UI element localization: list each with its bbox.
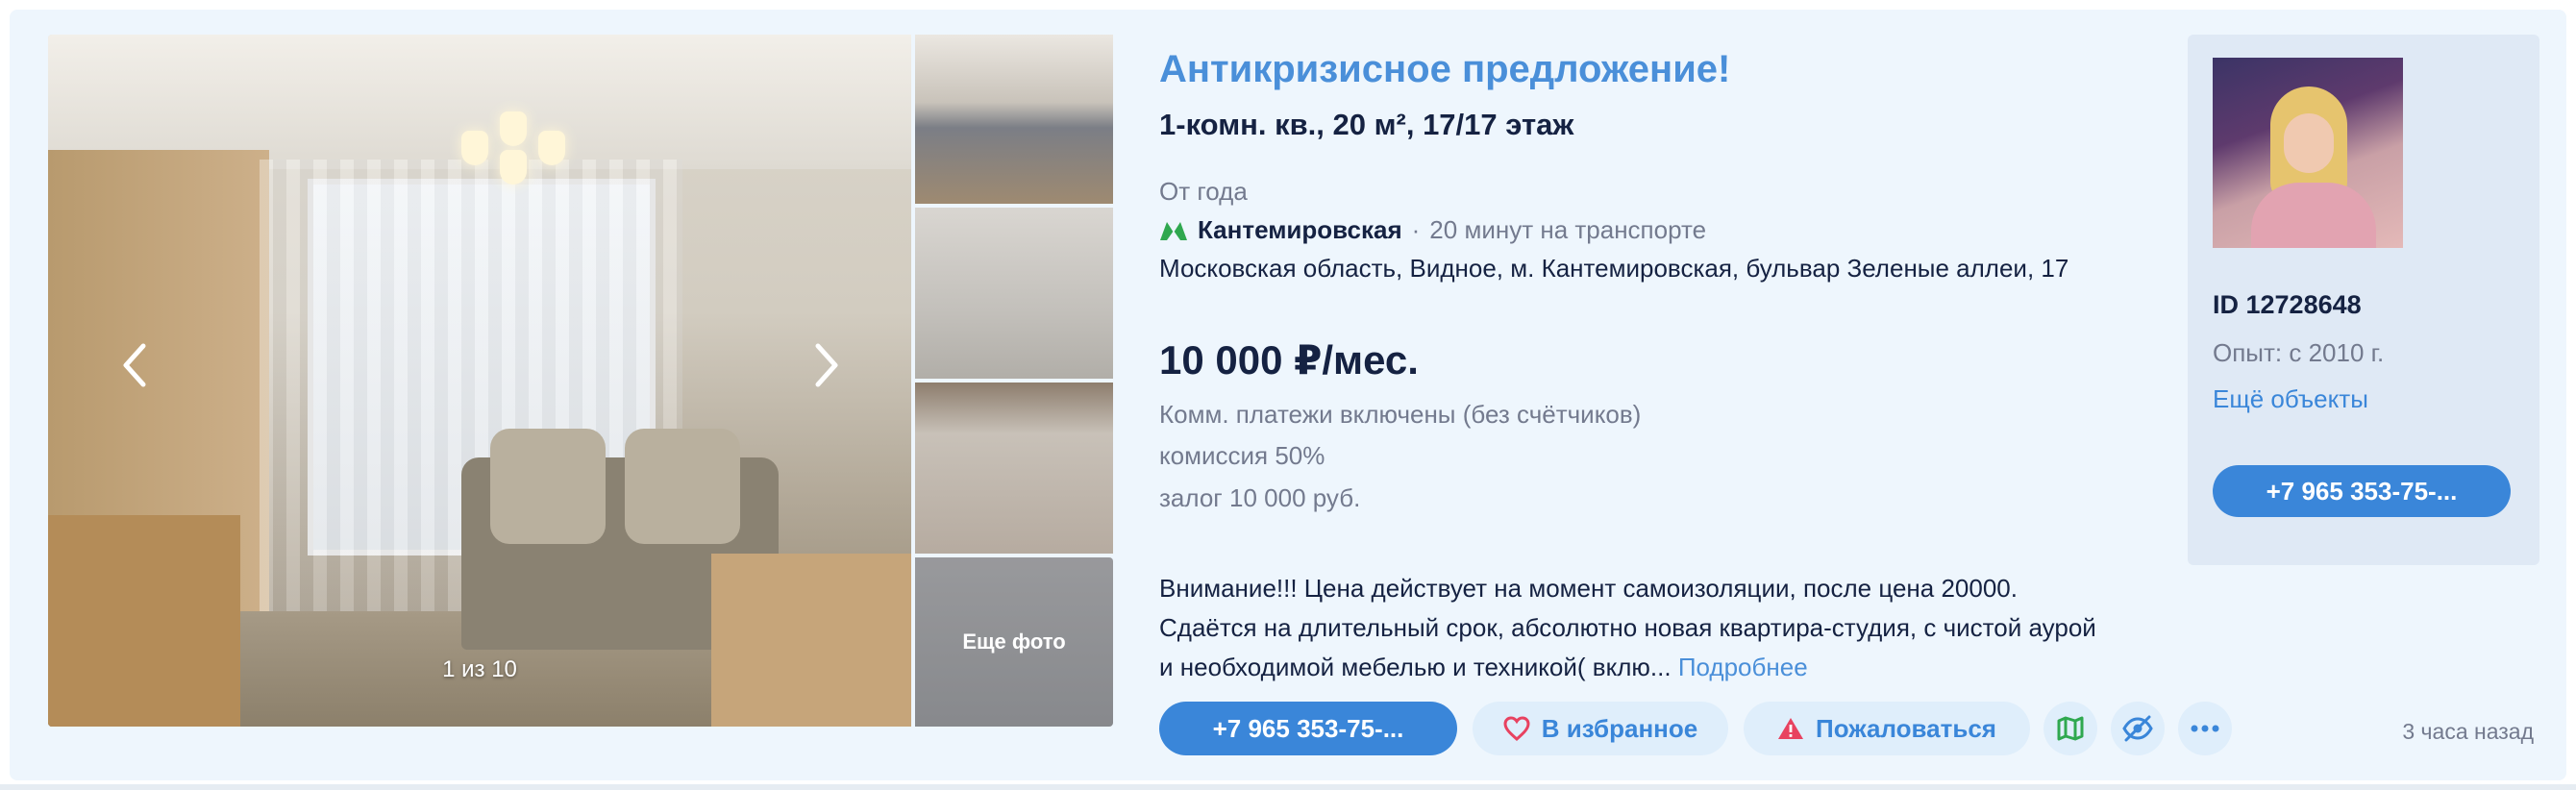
divider xyxy=(0,784,2576,790)
complain-label: Пожаловаться xyxy=(1816,713,1996,743)
listing-title[interactable]: Антикризисное предложение! xyxy=(1159,48,1730,91)
photo-lamp xyxy=(461,111,567,185)
published-time: 3 часа назад xyxy=(2402,719,2534,744)
show-phone-button[interactable]: +7 965 353-75-... xyxy=(1159,702,1457,755)
warning-icon xyxy=(1777,716,1804,741)
agent-experience: Опыт: с 2010 г. xyxy=(2213,338,2385,367)
agent-avatar[interactable] xyxy=(2213,58,2403,248)
gallery-next-button[interactable] xyxy=(807,336,846,394)
thumbnail-kitchen[interactable] xyxy=(915,35,1113,204)
favorite-button[interactable]: В избранное xyxy=(1473,702,1728,755)
address[interactable]: Московская область, Видное, м. Кантемиро… xyxy=(1159,254,2068,284)
thumbnail-bathroom[interactable] xyxy=(915,208,1113,379)
favorite-label: В избранное xyxy=(1541,713,1698,743)
main-photo[interactable] xyxy=(48,35,911,727)
map-icon xyxy=(2057,716,2084,741)
gallery-counter: 1 из 10 xyxy=(442,656,517,682)
metro-separator: · xyxy=(1411,215,1421,244)
description-text: Внимание!!! Цена действует на момент сам… xyxy=(1159,574,2096,681)
deposit-info: залог 10 000 руб. xyxy=(1159,483,1361,512)
more-button[interactable] xyxy=(2178,702,2232,755)
more-link[interactable]: Подробнее xyxy=(1678,653,1808,681)
thumbnail-hallway[interactable] xyxy=(915,383,1113,554)
utilities-info: Комм. платежи включены (без счётчиков) xyxy=(1159,400,1642,429)
rent-term: От года xyxy=(1159,177,1248,206)
commission-info: комиссия 50% xyxy=(1159,441,1325,470)
more-icon xyxy=(2191,725,2219,732)
price: 10 000 ₽/мес. xyxy=(1159,337,1419,383)
complain-button[interactable]: Пожаловаться xyxy=(1744,702,2030,755)
hide-button[interactable] xyxy=(2111,702,2165,755)
metro-travel-time: 20 минут на транспорте xyxy=(1429,215,1707,244)
photo-cabinet xyxy=(48,515,240,727)
heart-icon xyxy=(1503,716,1530,741)
agent-phone-button[interactable]: +7 965 353-75-... xyxy=(2213,465,2511,517)
description: Внимание!!! Цена действует на момент сам… xyxy=(1159,569,2101,687)
chevron-right-icon xyxy=(815,343,838,387)
agent-id: ID 12728648 xyxy=(2213,290,2362,319)
thumbnail-more-photos[interactable]: Еще фото xyxy=(915,557,1113,727)
listing-subtitle: 1-комн. кв., 20 м², 17/17 этаж xyxy=(1159,108,1574,141)
hide-icon xyxy=(2122,715,2153,742)
more-photos-label: Еще фото xyxy=(915,557,1113,727)
metro-info: Кантемировская · 20 минут на транспорте xyxy=(1159,215,1706,245)
metro-station[interactable]: Кантемировская xyxy=(1198,215,1402,245)
photo-table xyxy=(711,554,911,727)
agent-more-objects-link[interactable]: Ещё объекты xyxy=(2213,384,2368,414)
gallery-prev-button[interactable] xyxy=(115,336,154,394)
map-button[interactable] xyxy=(2043,702,2097,755)
chevron-left-icon xyxy=(123,343,146,387)
metro-m-icon xyxy=(1160,221,1187,240)
